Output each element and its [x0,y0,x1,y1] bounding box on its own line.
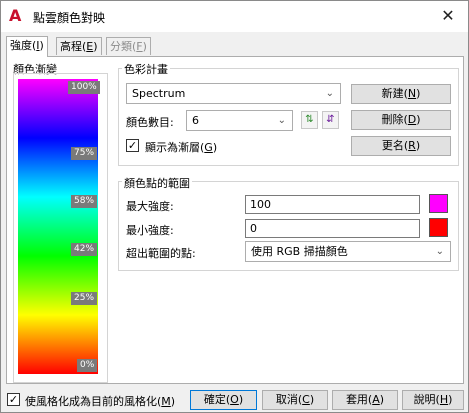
show-gradient-label: 顯示為漸層(G) [145,141,218,154]
tab-classification[interactable]: 分類(F) [106,37,151,55]
gradient-tick-25: 25% [71,292,98,305]
apply-button-text: 套用( [345,393,373,406]
rename-button[interactable]: 更名(R) [351,136,451,156]
help-button-key: H [439,393,449,406]
swap-order-icon[interactable]: ⇅ [301,111,318,129]
min-color-swatch[interactable] [429,218,448,237]
rename-button-text: 更名( [381,139,409,152]
tab-elevation-label: 高程( [60,40,87,53]
delete-button-text: 刪除( [381,113,408,126]
title-bar: A 點雲顏色對映 ✕ [1,1,468,32]
set-current-style-label: 使風格化成為目前的風格化(M) [25,395,176,408]
show-gradient-key: G [204,141,213,154]
color-scheme-select[interactable]: Spectrum ⌄ [126,83,341,104]
reverse-colors-icon[interactable]: ⇵ [322,111,339,129]
color-count-value: 6 [192,114,199,127]
color-scheme-title: 色彩計畫 [122,61,170,77]
gradient-tick-42: 42% [71,243,98,256]
color-range-title: 顏色點的範圍 [122,175,192,191]
color-count-select[interactable]: 6 ⌄ [186,110,293,131]
set-current-style-checkbox[interactable]: ✓ [7,393,20,406]
min-intensity-input[interactable]: 0 [245,219,420,238]
out-of-range-value: 使用 RGB 掃描顏色 [251,245,348,258]
window-title: 點雲顏色對映 [33,11,106,25]
show-gradient-text: 顯示為漸層( [145,141,205,154]
color-count-label: 顏色數目: [126,116,174,129]
ok-button-text: 確定( [203,393,231,406]
tab-intensity-label: 強度( [10,39,37,52]
gradient-tick-58: 58% [71,195,98,208]
cancel-button-text: 取消( [275,393,303,406]
help-button[interactable]: 說明(H) [402,390,464,410]
tab-classification-label: 分類( [110,40,137,53]
new-button-text: 新建( [381,87,408,100]
color-gradient-bar [18,79,98,374]
max-intensity-input[interactable]: 100 [245,195,420,214]
gradient-tick-0: 0% [77,359,98,372]
help-button-text: 說明( [413,393,440,406]
apply-button-key: A [372,393,380,406]
cancel-button[interactable]: 取消(C) [262,390,328,410]
tab-elevation[interactable]: 高程(E) [56,37,102,55]
cancel-button-key: C [302,393,310,406]
close-icon[interactable]: ✕ [436,5,460,27]
apply-button[interactable]: 套用(A) [332,390,398,410]
chevron-down-icon: ⌄ [277,115,286,126]
set-current-style-key: M [161,395,171,408]
new-button[interactable]: 新建(N) [351,84,451,104]
chevron-down-icon: ⌄ [325,88,334,99]
tab-elevation-suffix: ) [93,40,98,53]
delete-button-key: D [407,113,417,126]
show-gradient-checkbox[interactable]: ✓ [126,139,139,152]
chevron-down-icon: ⌄ [435,246,444,257]
new-button-key: N [407,87,417,100]
ok-button[interactable]: 確定(O) [190,390,257,410]
color-scheme-value: Spectrum [132,87,186,100]
tab-intensity[interactable]: 強度(I) [6,36,48,57]
gradient-tick-100: 100% [68,81,100,94]
set-current-style-text: 使風格化成為目前的風格化( [25,395,162,408]
ok-button-key: O [230,393,239,406]
dialog-window: A 點雲顏色對映 ✕ 強度(I) 高程(E) 分類(F) 顏色漸變 100% 7… [0,0,469,413]
tab-classification-suffix: ) [142,40,147,53]
max-color-swatch[interactable] [429,194,448,213]
rename-button-key: R [408,139,416,152]
tab-intensity-suffix: ) [39,39,44,52]
out-of-range-select[interactable]: 使用 RGB 掃描顏色 ⌄ [245,241,451,262]
min-intensity-label: 最小強度: [126,224,174,237]
autocad-logo-icon: A [9,6,22,25]
gradient-tick-75: 75% [71,147,98,160]
out-of-range-label: 超出範圍的點: [126,247,196,260]
max-intensity-label: 最大強度: [126,200,174,213]
delete-button[interactable]: 刪除(D) [351,110,451,130]
